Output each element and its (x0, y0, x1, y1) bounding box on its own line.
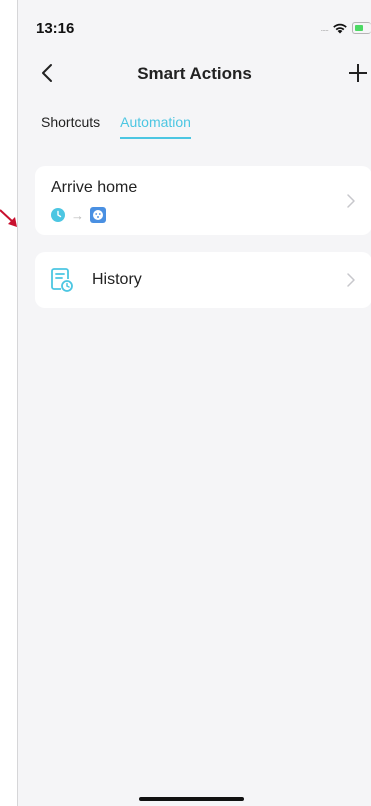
automation-card-arrive-home[interactable]: Arrive home → (35, 166, 371, 235)
page-title: Smart Actions (137, 64, 252, 83)
tab-bar: Shortcuts Automation (41, 114, 191, 139)
clock-icon (51, 208, 65, 222)
history-card[interactable]: History (35, 252, 371, 308)
tab-automation[interactable]: Automation (120, 114, 191, 139)
screen: 13:16 ..... Smart Actions Shortcuts Auto… (0, 0, 371, 806)
status-bar: 13:16 ..... (18, 0, 371, 44)
plus-icon (349, 64, 367, 82)
automation-flow: → (51, 207, 106, 223)
home-indicator[interactable] (139, 797, 244, 801)
status-indicators: ..... (320, 22, 371, 34)
history-label: History (92, 271, 142, 288)
nav-bar: Smart Actions (18, 56, 371, 90)
app-window: 13:16 ..... Smart Actions Shortcuts Auto… (17, 0, 371, 806)
signal-icon: ..... (320, 23, 328, 33)
battery-icon (352, 22, 371, 34)
history-document-icon (51, 268, 73, 292)
chevron-right-icon (347, 273, 355, 287)
chevron-right-icon (347, 193, 355, 208)
smart-plug-icon (90, 207, 106, 223)
add-automation-button[interactable] (345, 60, 371, 86)
status-time: 13:16 (36, 20, 75, 37)
flow-arrow: → (71, 207, 84, 223)
wifi-icon (333, 23, 347, 34)
tab-shortcuts[interactable]: Shortcuts (41, 114, 100, 139)
automation-name: Arrive home (51, 179, 138, 196)
